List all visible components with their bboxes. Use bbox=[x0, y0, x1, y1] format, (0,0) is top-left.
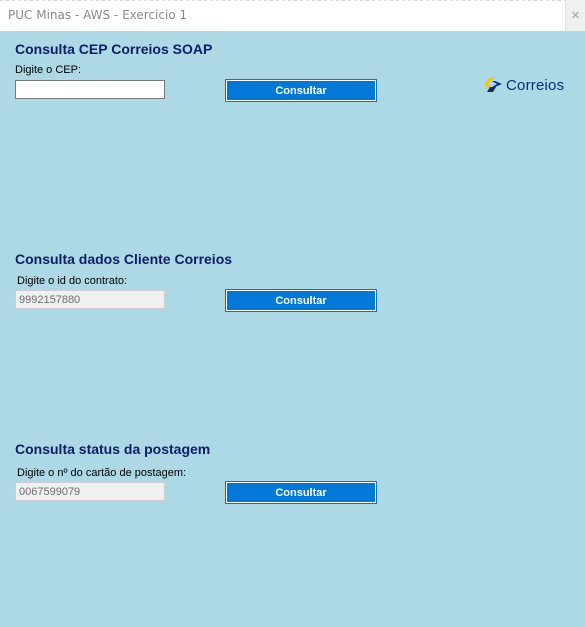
consultar-cep-button[interactable]: Consultar bbox=[225, 79, 377, 102]
cartao-postagem-label: Digite o nº do cartão de postagem: bbox=[17, 467, 187, 479]
window-title: PUC Minas - AWS - Exercicio 1 bbox=[8, 8, 188, 22]
cliente-section-heading: Consulta dados Cliente Correios bbox=[15, 251, 233, 267]
close-button[interactable]: ✕ bbox=[565, 0, 585, 31]
contrato-label: Digite o id do contrato: bbox=[17, 275, 128, 287]
correios-logo: Correios bbox=[482, 74, 564, 96]
cep-label: Digite o CEP: bbox=[15, 64, 82, 76]
correios-logo-icon bbox=[484, 77, 502, 92]
close-icon: ✕ bbox=[570, 9, 581, 22]
cep-section-heading: Consulta CEP Correios SOAP bbox=[15, 41, 213, 57]
title-bar-top-edge bbox=[0, 0, 585, 1]
title-bar: PUC Minas - AWS - Exercicio 1 ✕ bbox=[0, 0, 585, 31]
cartao-postagem-input[interactable] bbox=[15, 482, 165, 501]
consultar-status-button[interactable]: Consultar bbox=[225, 481, 377, 504]
status-section-heading: Consulta status da postagem bbox=[15, 441, 211, 457]
contrato-input[interactable] bbox=[15, 290, 165, 309]
correios-logo-text: Correios bbox=[506, 76, 565, 94]
main-window: PUC Minas - AWS - Exercicio 1 ✕ Consulta… bbox=[0, 0, 585, 627]
cep-input[interactable] bbox=[15, 80, 165, 99]
consultar-cliente-button[interactable]: Consultar bbox=[225, 289, 377, 312]
